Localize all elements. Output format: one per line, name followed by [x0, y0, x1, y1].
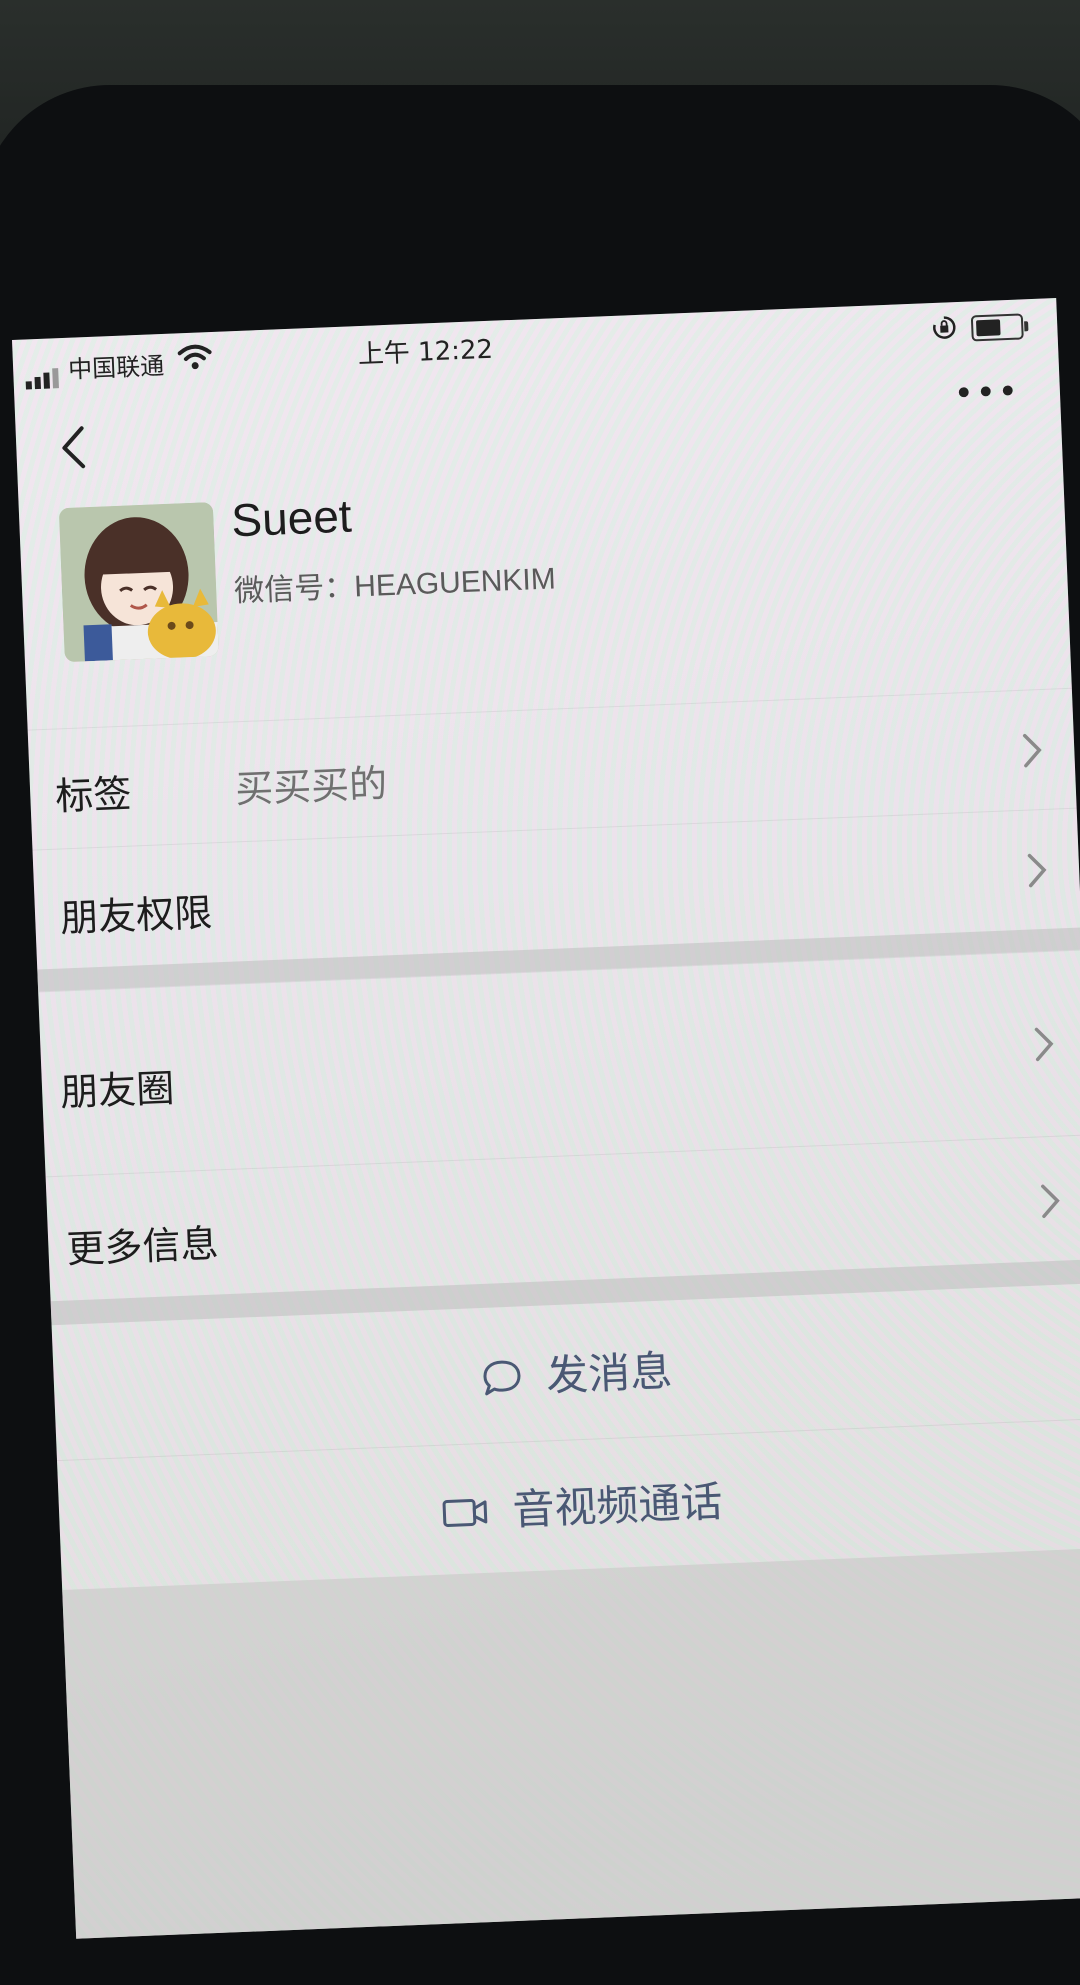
row-moments-label: 朋友圈	[59, 1066, 176, 1115]
avatar-image	[58, 502, 219, 663]
chevron-right-icon	[1027, 853, 1047, 888]
wifi-icon	[177, 344, 212, 370]
more-icon[interactable]: •••	[953, 372, 1021, 415]
carrier-name: 中国联通	[67, 351, 165, 384]
chevron-right-icon	[1022, 733, 1042, 768]
send-message-label: 发消息	[545, 1346, 674, 1401]
row-more-info-label: 更多信息	[65, 1221, 220, 1272]
bottom-area	[62, 1548, 1080, 1939]
row-tags-value: 买买买的	[234, 761, 388, 812]
row-permissions-label: 朋友权限	[59, 890, 214, 941]
battery-icon	[970, 313, 1029, 342]
profile-name: Sueet	[230, 489, 353, 547]
chevron-right-icon	[1041, 1184, 1060, 1219]
back-icon[interactable]	[53, 422, 95, 474]
avatar[interactable]	[58, 502, 219, 663]
status-time: 上午 12:22	[357, 334, 494, 371]
chat-bubble-icon	[483, 1360, 521, 1395]
av-call-label: 音视频通话	[511, 1476, 724, 1535]
orientation-lock-icon	[933, 316, 956, 339]
phone-screen: 中国联通 上午 12:22 ••• Sueet 微信号：HEAGUENKIM 标…	[12, 298, 1080, 1939]
signal-icon	[25, 360, 62, 390]
wechat-id: 微信号：HEAGUENKIM	[233, 562, 557, 609]
chevron-right-icon	[1034, 1027, 1054, 1062]
video-camera-icon	[442, 1498, 488, 1527]
row-tags-label: 标签	[54, 771, 133, 819]
